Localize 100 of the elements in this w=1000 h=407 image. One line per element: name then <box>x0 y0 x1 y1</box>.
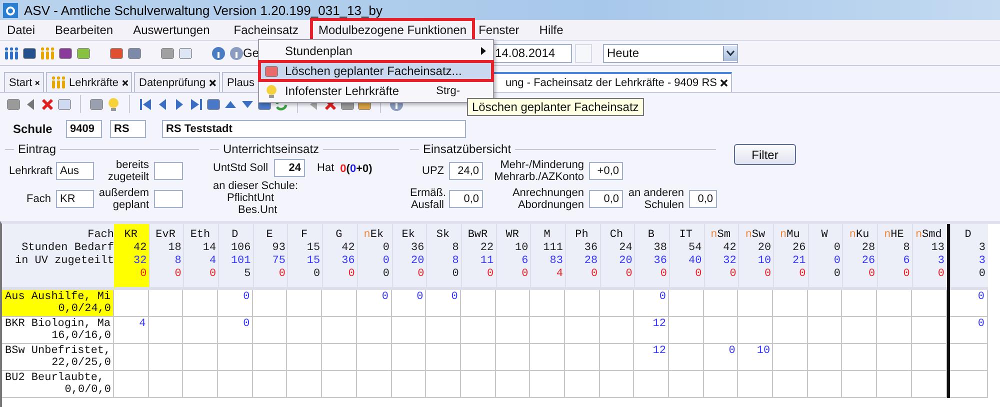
table-cell <box>287 290 322 317</box>
need-value: 54 <box>688 242 702 255</box>
input-field[interactable] <box>154 190 183 208</box>
row-label[interactable]: Aus Aushilfe, Mi 0,0/24,0 <box>2 290 114 317</box>
column-header[interactable]: BwR 22 11 0 <box>460 224 496 290</box>
close-icon[interactable] <box>35 78 40 86</box>
column-header[interactable]: B 38 36 0 <box>634 224 669 290</box>
tab[interactable]: Start <box>4 72 44 92</box>
table-cell <box>252 344 288 371</box>
need-value: 42 <box>342 242 355 255</box>
column-name: IT <box>679 229 692 242</box>
reduction-field[interactable]: 0,0 <box>449 190 483 208</box>
column-header[interactable]: WR 10 6 0 <box>496 224 530 290</box>
menu-item[interactable]: Fenster <box>474 21 524 39</box>
need-value: 10 <box>515 242 528 255</box>
row-label[interactable]: BSw Unbefristet, 22,0/25,0 <box>2 344 114 371</box>
table-cell <box>392 344 426 371</box>
column-name: nMu <box>780 229 800 242</box>
need-value: 8 <box>903 242 910 255</box>
column-header[interactable]: nKu 28 26 0 <box>842 224 878 290</box>
menu-item[interactable]: Löschen geplanter Facheinsatz... <box>260 62 492 80</box>
menu-item[interactable]: Modulbezogene Funktionen <box>313 21 472 39</box>
menu-item[interactable]: Stundenplan <box>260 42 492 60</box>
menu-item[interactable]: Bearbeiten <box>50 21 118 39</box>
column-header[interactable]: Eth 14 4 0 <box>183 224 218 290</box>
table-cell <box>808 317 842 344</box>
column-header[interactable]: Ch 24 20 0 <box>600 224 634 290</box>
column-header[interactable]: nEk 0 0 0 <box>356 224 392 290</box>
column-header[interactable]: G 42 36 0 <box>322 224 357 290</box>
column-header[interactable]: Sk 8 8 0 <box>426 224 461 290</box>
tab[interactable]: Datenprüfung <box>134 72 220 92</box>
table-cell: 0 <box>950 317 988 344</box>
assigned-value: 20 <box>410 255 424 268</box>
column-header[interactable]: E 93 75 0 <box>252 224 288 290</box>
table-cell <box>773 371 808 398</box>
assigned-value: 6 <box>522 255 528 268</box>
credit-field[interactable]: 0,0 <box>589 190 623 208</box>
table-cell <box>426 344 461 371</box>
table-cell <box>912 317 946 344</box>
table-cell <box>530 371 565 398</box>
column-header[interactable]: EvR 18 8 0 <box>148 224 184 290</box>
column-header[interactable]: Ph 36 28 0 <box>564 224 600 290</box>
period-dropdown[interactable]: Heute <box>603 44 738 62</box>
lightbulb-icon[interactable] <box>106 96 121 112</box>
tab[interactable]: Lehrkräfte <box>46 72 132 92</box>
first-icon[interactable] <box>138 96 153 112</box>
other-schools-field[interactable]: 0,0 <box>689 190 717 208</box>
school-type-field[interactable]: RS <box>110 120 146 138</box>
column-header[interactable]: nSmd 13 3 0 <box>912 224 946 290</box>
need-value: 36 <box>584 242 598 255</box>
difference-value: 0 <box>938 268 944 281</box>
need-value: 18 <box>168 242 182 255</box>
table-cell: 0 <box>392 290 426 317</box>
close-icon[interactable] <box>122 78 128 86</box>
people-icon[interactable] <box>4 46 19 60</box>
table-cell <box>669 317 704 344</box>
column-header[interactable]: IT 54 40 0 <box>669 224 704 290</box>
column-header[interactable]: W 0 0 0 <box>808 224 842 290</box>
school-name-field[interactable]: RS Teststadt <box>162 120 466 138</box>
assigned-value: 26 <box>862 255 876 268</box>
assigned-value: 8 <box>452 255 459 268</box>
date-field[interactable]: 14.08.2014 <box>491 44 572 62</box>
table-cell: 0 <box>704 344 738 371</box>
column-header[interactable]: F 15 15 0 <box>287 224 322 290</box>
change-field[interactable]: +0,0 <box>589 162 623 180</box>
school-number-field[interactable]: 9409 <box>66 120 102 138</box>
table-cell <box>460 344 496 371</box>
menu-item[interactable]: Facheinsatz <box>228 21 304 39</box>
assigned-value: 32 <box>133 255 147 268</box>
lightbulb-icon[interactable] <box>264 84 279 98</box>
column-header[interactable]: nSw 20 10 0 <box>738 224 774 290</box>
column-header[interactable]: nHE 8 6 0 <box>877 224 912 290</box>
menu-item[interactable]: Datei <box>2 21 40 39</box>
last-icon[interactable] <box>189 96 204 112</box>
column-header[interactable]: D 3 3 0 <box>950 224 988 290</box>
column-header[interactable]: M 111 83 4 <box>530 224 565 290</box>
header-text: in UV zugeteilt <box>14 255 114 268</box>
table-cell <box>426 371 461 398</box>
info-icon[interactable] <box>211 46 226 60</box>
filter-button[interactable]: Filter <box>734 144 796 165</box>
table-cell <box>114 290 149 317</box>
menu-item[interactable]: Hilfe <box>534 21 568 39</box>
column-header[interactable]: nSm 42 32 0 <box>704 224 738 290</box>
column-header[interactable]: Ek 36 20 0 <box>392 224 426 290</box>
table-cell <box>496 344 530 371</box>
close-icon[interactable] <box>208 78 216 86</box>
close-icon[interactable] <box>720 79 728 87</box>
target-hours-field[interactable]: 24 <box>274 159 306 177</box>
column-header[interactable]: nMu 26 21 0 <box>773 224 808 290</box>
column-header[interactable]: KR 42 32 0 <box>114 224 149 290</box>
table-cell <box>114 371 149 398</box>
menu-item[interactable]: Auswertungen <box>128 21 215 39</box>
column-header[interactable]: D 106 101 5 <box>218 224 253 290</box>
row-label[interactable]: BU2 Beurlaubte, 0,0/0,0 <box>2 371 114 398</box>
subject-field[interactable]: KR <box>56 190 94 208</box>
need-value: 24 <box>619 242 632 255</box>
upz-field[interactable]: 24,0 <box>449 162 483 180</box>
row-label[interactable]: BKR Biologin, Ma 16,0/16,0 <box>2 317 114 344</box>
teacher-field[interactable]: Aus <box>56 162 94 180</box>
input-field[interactable] <box>154 162 183 180</box>
